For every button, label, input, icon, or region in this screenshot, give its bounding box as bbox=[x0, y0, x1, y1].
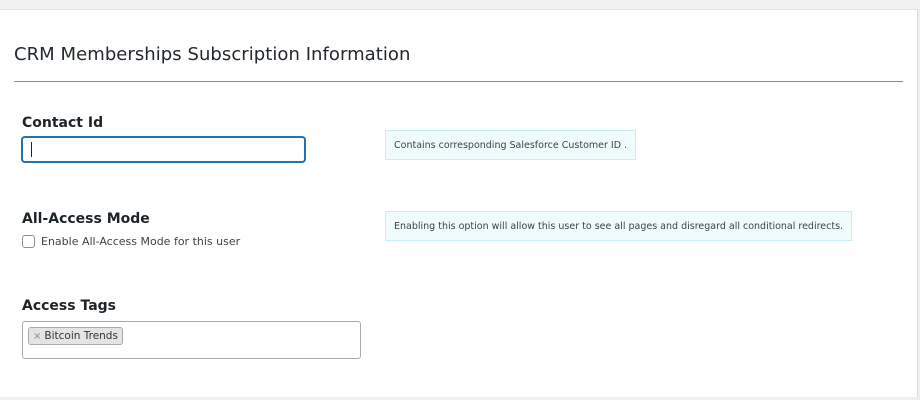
tag-chip: × Bitcoin Trends bbox=[28, 327, 123, 345]
tag-chip-label: Bitcoin Trends bbox=[44, 330, 118, 342]
contact-id-input[interactable] bbox=[22, 137, 305, 162]
all-access-checkbox[interactable] bbox=[22, 235, 35, 248]
text-caret bbox=[31, 142, 32, 157]
title-divider bbox=[14, 81, 903, 82]
contact-id-help: Contains corresponding Salesforce Custom… bbox=[385, 130, 637, 160]
all-access-checkbox-row[interactable]: Enable All-Access Mode for this user bbox=[22, 235, 240, 248]
access-tags-select[interactable]: × Bitcoin Trends bbox=[22, 321, 361, 359]
all-access-mode-label: All-Access Mode bbox=[22, 211, 150, 227]
all-access-help: Enabling this option will allow this use… bbox=[385, 211, 853, 241]
access-tags-label: Access Tags bbox=[22, 298, 117, 314]
section-title: CRM Memberships Subscription Information bbox=[14, 44, 411, 65]
close-icon[interactable]: × bbox=[33, 331, 41, 342]
contact-id-label: Contact Id bbox=[22, 115, 104, 131]
all-access-checkbox-label[interactable]: Enable All-Access Mode for this user bbox=[41, 235, 240, 248]
